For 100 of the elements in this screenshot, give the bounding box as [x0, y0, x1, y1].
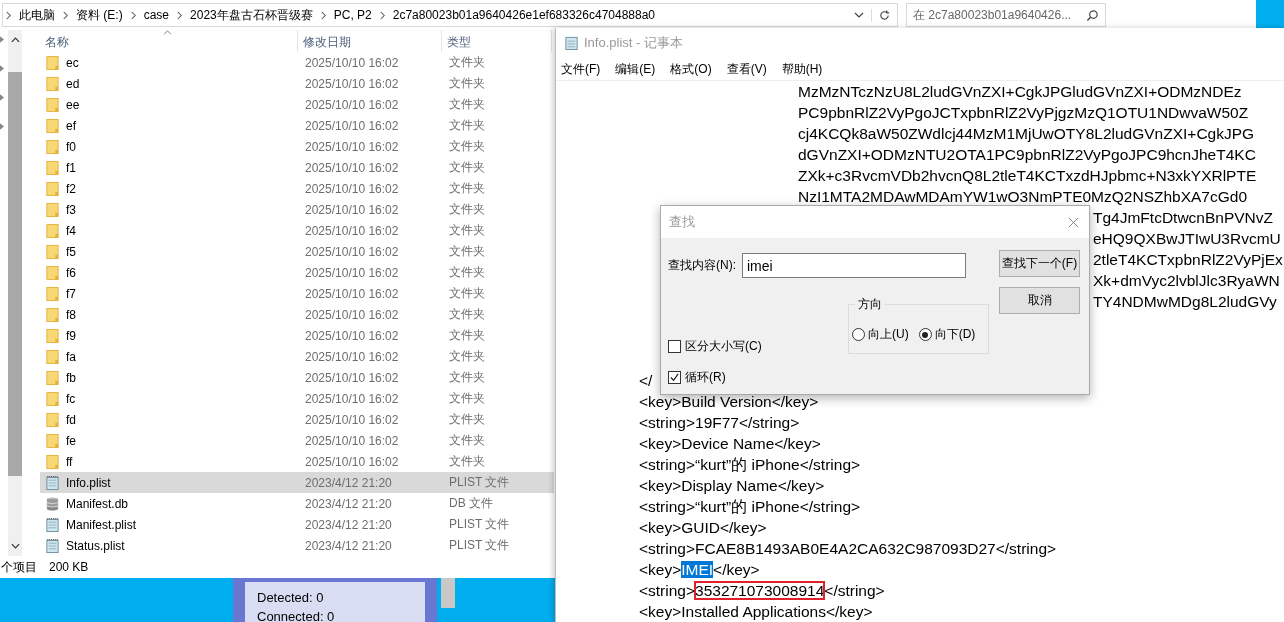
document-icon: [45, 474, 60, 491]
checkbox[interactable]: [668, 340, 681, 353]
table-cell-text: 2025/10/10 16:02: [304, 265, 400, 280]
file-row[interactable]: f6 2025/10/10 16:02 文件夹: [40, 262, 554, 283]
file-row[interactable]: f9 2025/10/10 16:02 文件夹: [40, 325, 554, 346]
breadcrumb[interactable]: 此电脑: [19, 6, 55, 24]
file-row[interactable]: Status.plist 2023/4/12 21:20 PLIST 文件: [40, 535, 554, 556]
dropdown-icon[interactable]: [854, 12, 864, 18]
text-line: MzMzNTczNzU8L2ludGVnZXI+CgkJPGludGVnZXI+ODMzNDEz: [798, 83, 1242, 100]
menu-item[interactable]: 文件(F): [561, 60, 601, 78]
table-cell-text: 文件夹: [448, 264, 486, 281]
file-name: f5: [66, 244, 76, 259]
scrollbar[interactable]: [8, 30, 22, 556]
file-row[interactable]: ee 2025/10/10 16:02 文件夹: [40, 94, 554, 115]
refresh-icon[interactable]: [871, 8, 891, 22]
text-line: <key>Display Name</key>: [639, 477, 825, 494]
checkbox-label[interactable]: 循环(R): [685, 369, 726, 386]
status-text: Detected: 0: [257, 589, 325, 607]
radio-label[interactable]: 向上(U): [868, 326, 909, 343]
file-row[interactable]: ec 2025/10/10 16:02 文件夹: [40, 52, 554, 73]
scroll-up-icon[interactable]: [10, 37, 20, 43]
status-text: Connected: 0: [257, 608, 336, 622]
menu-item[interactable]: 格式(O): [670, 60, 712, 78]
file-name: f7: [66, 286, 76, 301]
file-row[interactable]: f1 2025/10/10 16:02 文件夹: [40, 157, 554, 178]
menu-item[interactable]: 查看(V): [726, 60, 767, 78]
window-title: Info.plist - 记事本: [584, 34, 683, 52]
dialog-button[interactable]: 取消: [999, 287, 1080, 314]
table-cell-text: PLIST 文件: [448, 516, 511, 533]
menu-item[interactable]: 编辑(E): [615, 60, 656, 78]
file-row[interactable]: fa 2025/10/10 16:02 文件夹: [40, 346, 554, 367]
dialog-button[interactable]: 查找下一个(F): [999, 250, 1080, 277]
scroll-down-icon[interactable]: [10, 543, 20, 549]
scrollbar-thumb[interactable]: [441, 578, 455, 608]
file-name: fe: [66, 433, 76, 448]
column-header[interactable]: 名称: [40, 30, 298, 52]
folder-icon: [45, 243, 60, 260]
chevron-icon: [129, 10, 137, 20]
radio-button[interactable]: [918, 328, 932, 341]
file-row[interactable]: f5 2025/10/10 16:02 文件夹: [40, 241, 554, 262]
column-header[interactable]: 修改日期: [298, 30, 442, 52]
breadcrumb[interactable]: 资料 (E:): [76, 6, 123, 24]
file-row[interactable]: f2 2025/10/10 16:02 文件夹: [40, 178, 554, 199]
file-row[interactable]: f7 2025/10/10 16:02 文件夹: [40, 283, 554, 304]
expand-arrow-icon[interactable]: [0, 36, 4, 43]
text-line: </: [639, 372, 653, 389]
breadcrumb[interactable]: 2c7a80023b01a9640426e1ef683326c4704888a0: [392, 8, 655, 22]
table-cell-text: 2025/10/10 16:02: [304, 181, 400, 196]
file-row[interactable]: fb 2025/10/10 16:02 文件夹: [40, 367, 554, 388]
file-name: f6: [66, 265, 76, 280]
folder-icon: [45, 327, 60, 344]
file-row[interactable]: Info.plist 2023/4/12 21:20 PLIST 文件: [40, 472, 554, 493]
folder-icon: [45, 117, 60, 134]
file-row[interactable]: f4 2025/10/10 16:02 文件夹: [40, 220, 554, 241]
breadcrumb[interactable]: PC, P2: [333, 8, 372, 22]
close-icon[interactable]: [1068, 216, 1079, 228]
file-row[interactable]: Manifest.db 2023/4/12 21:20 DB 文件: [40, 493, 554, 514]
table-cell-text: 文件夹: [448, 453, 486, 470]
checkbox[interactable]: [668, 371, 681, 384]
field-label: 查找内容(N):: [668, 257, 736, 274]
expand-arrow-icon[interactable]: [0, 123, 4, 130]
table-cell-text: DB 文件: [448, 495, 494, 512]
breadcrumb[interactable]: 2023年盘古石杯晋级赛: [190, 6, 313, 24]
file-row[interactable]: f0 2025/10/10 16:02 文件夹: [40, 136, 554, 157]
scrollbar-thumb[interactable]: [8, 72, 22, 476]
file-row[interactable]: fc 2025/10/10 16:02 文件夹: [40, 388, 554, 409]
file-row[interactable]: fe 2025/10/10 16:02 文件夹: [40, 430, 554, 451]
file-name: ee: [66, 97, 80, 112]
file-row[interactable]: Manifest.plist 2023/4/12 21:20 PLIST 文件: [40, 514, 554, 535]
file-row[interactable]: ed 2025/10/10 16:02 文件夹: [40, 73, 554, 94]
file-name: Manifest.db: [66, 496, 129, 511]
file-name: ec: [66, 55, 79, 70]
file-row[interactable]: f3 2025/10/10 16:02 文件夹: [40, 199, 554, 220]
expand-arrow-icon[interactable]: [0, 65, 4, 72]
table-cell-text: 文件夹: [448, 390, 486, 407]
file-name: f4: [66, 223, 76, 238]
document-icon: [45, 537, 60, 554]
file-row[interactable]: f8 2025/10/10 16:02 文件夹: [40, 304, 554, 325]
sort-caret-icon: [163, 30, 172, 35]
chevron-icon: [378, 10, 386, 20]
table-cell-text: 文件夹: [448, 117, 486, 134]
file-row[interactable]: fd 2025/10/10 16:02 文件夹: [40, 409, 554, 430]
dialog-title: 查找: [669, 213, 695, 231]
radio-button[interactable]: [852, 328, 865, 341]
file-row[interactable]: ff 2025/10/10 16:02 文件夹: [40, 451, 554, 472]
menu-item[interactable]: 帮助(H): [781, 60, 823, 78]
search-field[interactable]: 在 2c7a80023b01a9640426...: [906, 3, 1106, 27]
address-bar[interactable]: 此电脑 资料 (E:) case 2023年盘古石杯晋级赛 PC, P2 2c7a80023b01a9640426e1ef683326c4704888a0: [2, 3, 898, 27]
table-cell-text: 文件夹: [448, 159, 486, 176]
checkbox-label[interactable]: 区分大小写(C): [685, 338, 762, 355]
file-row[interactable]: ef 2025/10/10 16:02 文件夹: [40, 115, 554, 136]
breadcrumb[interactable]: case: [143, 8, 170, 22]
column-header[interactable]: 类型: [442, 30, 552, 52]
input-field[interactable]: imei: [742, 253, 966, 278]
table-cell-text: 2025/10/10 16:02: [304, 412, 400, 427]
highlight-box: 353271073008914: [695, 582, 825, 599]
radio-label[interactable]: 向下(D): [934, 326, 976, 343]
folder-icon: [45, 75, 60, 92]
expand-arrow-icon[interactable]: [0, 94, 4, 101]
file-name: f0: [66, 139, 76, 154]
